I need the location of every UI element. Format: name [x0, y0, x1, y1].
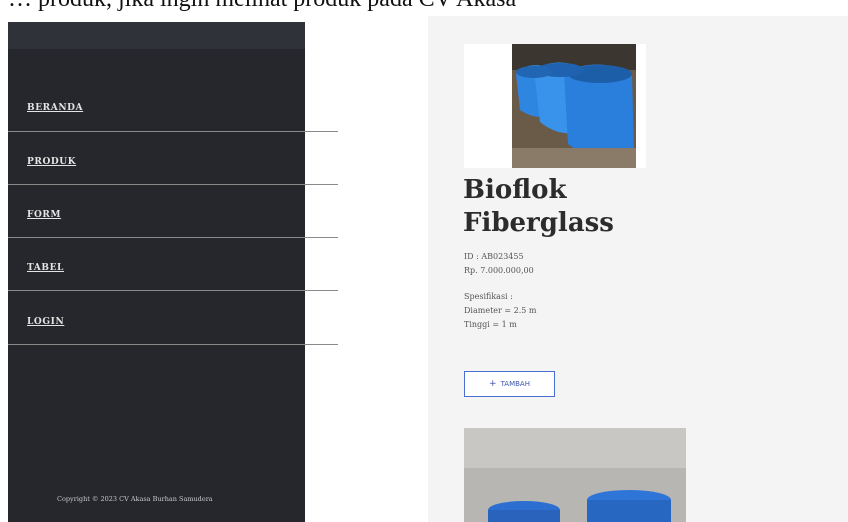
nav-divider [8, 131, 338, 132]
product-image-second [464, 428, 686, 522]
spec-height: Tinggi = 1 m [464, 320, 517, 329]
page-caption: … produk, jika ingin melihat produk pada… [0, 0, 848, 16]
nav-link-beranda[interactable]: BERANDA [27, 103, 83, 113]
spec-diameter: Diameter = 2.5 m [464, 306, 537, 315]
add-to-cart-button[interactable]: + TAMBAH [464, 371, 555, 397]
product-title: Bioflok Fiberglass [463, 175, 614, 238]
nav-divider [8, 237, 338, 238]
nav-divider [8, 344, 338, 345]
add-button-label: TAMBAH [500, 380, 530, 388]
nav-divider [8, 290, 338, 291]
product-image [464, 44, 646, 168]
product-price: Rp. 7.000.000,00 [464, 266, 534, 275]
sidebar-header [8, 22, 305, 49]
sidebar: BERANDA PRODUK FORM TABEL LOGIN Copyrigh… [8, 22, 338, 522]
nav-link-login[interactable]: LOGIN [27, 317, 64, 327]
nav-link-produk[interactable]: PRODUK [27, 157, 76, 167]
nav-divider [8, 184, 338, 185]
nav-link-form[interactable]: FORM [27, 210, 61, 220]
footer-copyright: Copyright © 2023 CV Akasa Burhan Samuder… [57, 495, 213, 503]
plus-icon: + [489, 379, 497, 389]
product-id: ID : AB023455 [464, 252, 524, 261]
nav-link-tabel[interactable]: TABEL [27, 263, 64, 273]
spec-heading: Spesifikasi : [464, 292, 513, 301]
product-content: Bioflok Fiberglass ID : AB023455 Rp. 7.0… [428, 16, 848, 522]
